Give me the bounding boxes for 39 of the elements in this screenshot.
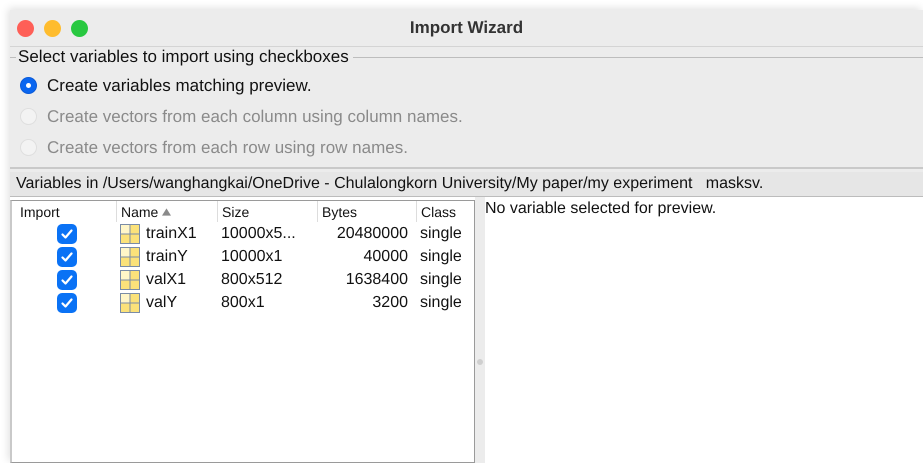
- class-cell-text: single: [419, 294, 463, 312]
- radio-label[interactable]: Create variables matching preview.: [47, 76, 312, 96]
- variable-name: valY: [146, 294, 178, 312]
- zoom-button[interactable]: [71, 20, 88, 36]
- class-cell-text: single: [419, 248, 463, 266]
- size-cell-text: 10000x5...: [220, 224, 297, 242]
- column-header[interactable]: Class: [416, 201, 474, 222]
- column-header[interactable]: Import: [12, 201, 116, 222]
- matrix-icon: [120, 246, 140, 266]
- bytes-cell-text: 40000: [362, 248, 409, 266]
- class-cell-text: single: [419, 270, 463, 288]
- import-checkbox[interactable]: [57, 270, 77, 290]
- size-cell-text: 800x1: [220, 294, 266, 312]
- minimize-button[interactable]: [44, 20, 61, 36]
- group-legend: Select variables to import using checkboxes: [16, 47, 353, 67]
- size-cell-text: 800x512: [220, 270, 284, 288]
- column-header[interactable]: Bytes: [317, 201, 416, 222]
- preview-message: No variable selected for preview.: [485, 199, 718, 218]
- class-cell-text: single: [419, 224, 463, 242]
- bytes-cell-text: 3200: [371, 294, 409, 312]
- bytes-cell-text: 1638400: [344, 270, 409, 288]
- import-checkbox[interactable]: [57, 292, 77, 312]
- splitter-handle[interactable]: [475, 197, 485, 463]
- matrix-icon: [120, 270, 140, 290]
- matrix-icon: [120, 224, 140, 244]
- column-header[interactable]: Size: [217, 201, 317, 222]
- window-title: Import Wizard: [410, 18, 524, 38]
- path-label: Variables in /Users/wanghangkai/OneDrive - Chulalongkorn University/My paper/my experiment masksv.: [10, 172, 923, 197]
- close-button[interactable]: [17, 20, 34, 36]
- size-cell-text: 10000x1: [220, 248, 284, 266]
- import-checkbox[interactable]: [57, 246, 77, 266]
- matrix-icon: [120, 292, 140, 312]
- variable-name: trainX1: [146, 224, 197, 242]
- variable-name: valX1: [146, 270, 186, 288]
- variable-name: trainY: [146, 248, 188, 266]
- import-checkbox[interactable]: [57, 224, 77, 244]
- bytes-cell-text: 20480000: [336, 224, 409, 242]
- radio-button[interactable]: [20, 77, 37, 94]
- column-header[interactable]: Name: [116, 201, 217, 222]
